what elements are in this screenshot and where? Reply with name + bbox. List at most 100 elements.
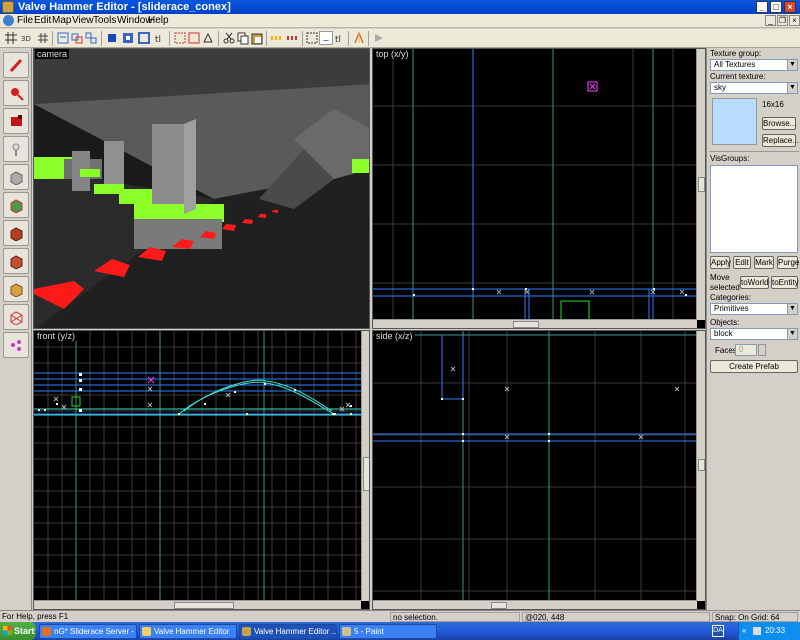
clipping-tool[interactable] <box>3 304 29 330</box>
overlay-tool[interactable] <box>3 276 29 302</box>
minimize-button[interactable]: _ <box>756 1 768 13</box>
hide-items-icon[interactable] <box>270 31 284 45</box>
side-viewport[interactable]: side (x/z) <box>372 330 706 610</box>
hollow-icon[interactable] <box>137 31 151 45</box>
cut-icon[interactable] <box>222 31 236 45</box>
categories-dropdown[interactable]: Primitives ▼ <box>710 303 798 315</box>
menu-map[interactable]: Map <box>52 14 71 28</box>
decal-tool[interactable] <box>3 248 29 274</box>
group-icon[interactable] <box>70 31 84 45</box>
run-map-icon[interactable] <box>352 31 366 45</box>
arrow-tool-icon[interactable] <box>372 31 386 45</box>
front-vertical-scrollbar[interactable] <box>361 331 369 601</box>
paste-icon[interactable] <box>250 31 264 45</box>
document-icon[interactable] <box>3 15 14 26</box>
current-texture-dropdown[interactable]: sky ▼ <box>710 82 798 94</box>
scroll-thumb[interactable] <box>698 459 705 471</box>
categories-label: Categories: <box>710 293 751 302</box>
task-hammer-folder[interactable]: Valve Hammer Editor <box>139 624 237 639</box>
tray-expand-icon[interactable]: « <box>742 622 746 640</box>
language-indicator[interactable]: DA <box>712 625 724 637</box>
mdi-restore-button[interactable]: ❐ <box>777 15 788 26</box>
block-tool[interactable] <box>3 164 29 190</box>
clock[interactable]: 20:33 <box>765 622 785 640</box>
copy-icon[interactable] <box>236 31 250 45</box>
task-hammer-editor[interactable]: Valve Hammer Editor ... <box>239 624 337 639</box>
toggle-models-icon[interactable] <box>201 31 215 45</box>
task-sliderace-server[interactable]: nG* Sliderace Server - M... <box>39 624 137 639</box>
scroll-thumb[interactable] <box>698 177 705 192</box>
to-entity-button[interactable]: toEntity <box>771 276 799 289</box>
faces-input[interactable]: 0 <box>735 344 757 356</box>
grid-toggle-icon[interactable] <box>4 31 18 45</box>
scroll-thumb[interactable] <box>363 457 369 491</box>
texture-lock-2-icon[interactable]: tl <box>333 31 347 45</box>
snap-icon[interactable] <box>319 31 333 45</box>
status-help: For Help, press F1 <box>2 612 69 621</box>
top-horizontal-scrollbar[interactable] <box>373 319 697 328</box>
camera-icon <box>11 115 22 126</box>
replace-button[interactable]: Replace... <box>762 134 799 147</box>
maximize-button[interactable]: □ <box>770 1 782 13</box>
menu-tools[interactable]: Tools <box>93 14 116 28</box>
clipping-icon <box>10 311 23 325</box>
mark-button[interactable]: Mark <box>754 256 774 269</box>
front-horizontal-scrollbar[interactable] <box>34 600 361 609</box>
current-texture-label: Current texture: <box>710 72 766 81</box>
texture-lock-icon[interactable]: tl <box>153 31 167 45</box>
menu-help[interactable]: Help <box>148 14 169 28</box>
selection-tool[interactable] <box>3 52 29 78</box>
entity-tool[interactable] <box>3 136 29 162</box>
3d-grid-icon[interactable]: 3D <box>20 31 34 45</box>
purge-button[interactable]: Purge <box>777 256 799 269</box>
browse-button[interactable]: Browse... <box>762 117 796 130</box>
to-world-button[interactable]: toWorld <box>740 276 769 289</box>
front-viewport[interactable]: front (y/z) <box>33 330 370 610</box>
apply-button[interactable]: Apply <box>710 256 731 269</box>
selection-box-icon[interactable] <box>305 31 319 45</box>
carve-icon[interactable] <box>121 31 135 45</box>
menu-file[interactable]: File <box>17 14 33 28</box>
apply-current-texture-tool[interactable] <box>3 220 29 246</box>
menu-edit[interactable]: Edit <box>34 14 51 28</box>
vertex-manipulation-tool[interactable] <box>3 332 29 358</box>
side-vertical-scrollbar[interactable] <box>696 331 705 601</box>
magnify-icon <box>11 88 24 101</box>
texture-group-dropdown[interactable]: All Textures ▼ <box>710 59 798 71</box>
texture-application-tool[interactable] <box>3 192 29 218</box>
visgroups-list[interactable] <box>710 165 798 253</box>
magnify-tool[interactable] <box>3 80 29 106</box>
texture-group-value: All Textures <box>714 60 756 69</box>
menu-view[interactable]: View <box>72 14 94 28</box>
toggle-entities-icon[interactable] <box>173 31 187 45</box>
side-horizontal-scrollbar[interactable] <box>373 600 697 609</box>
window-title: Valve Hammer Editor - [sliderace_conex] <box>18 1 231 13</box>
task-paint[interactable]: 5 - Paint <box>339 624 437 639</box>
hide-selected-icon[interactable] <box>105 31 119 45</box>
camera-viewport[interactable]: camera <box>33 48 370 329</box>
camera-3d-view <box>34 49 369 328</box>
scroll-thumb[interactable] <box>491 602 507 609</box>
ungroup-icon[interactable] <box>84 31 98 45</box>
scroll-thumb[interactable] <box>513 321 539 328</box>
edit-button[interactable]: Edit <box>733 256 751 269</box>
toggle-brushes-icon[interactable] <box>187 31 201 45</box>
close-button[interactable]: × <box>784 1 796 13</box>
create-prefab-button[interactable]: Create Prefab <box>710 360 798 373</box>
mdi-close-button[interactable]: × <box>789 15 800 26</box>
mdi-minimize-button[interactable]: _ <box>765 15 776 26</box>
faces-spinner[interactable] <box>758 344 766 356</box>
start-button[interactable]: Start <box>0 622 36 640</box>
tray-app-icon[interactable] <box>753 627 761 635</box>
top-vertical-scrollbar[interactable] <box>696 49 705 320</box>
load-window-state-icon[interactable] <box>56 31 70 45</box>
decal-icon <box>10 255 23 269</box>
hide-items-2-icon[interactable] <box>286 31 300 45</box>
scroll-thumb[interactable] <box>174 602 234 609</box>
block-icon <box>10 171 23 185</box>
objects-dropdown[interactable]: block ▼ <box>710 328 798 340</box>
top-viewport[interactable]: top (x/y) <box>372 48 706 329</box>
grid-size-icon[interactable] <box>36 31 50 45</box>
camera-tool[interactable] <box>3 108 29 134</box>
svg-text:tl: tl <box>155 35 161 45</box>
